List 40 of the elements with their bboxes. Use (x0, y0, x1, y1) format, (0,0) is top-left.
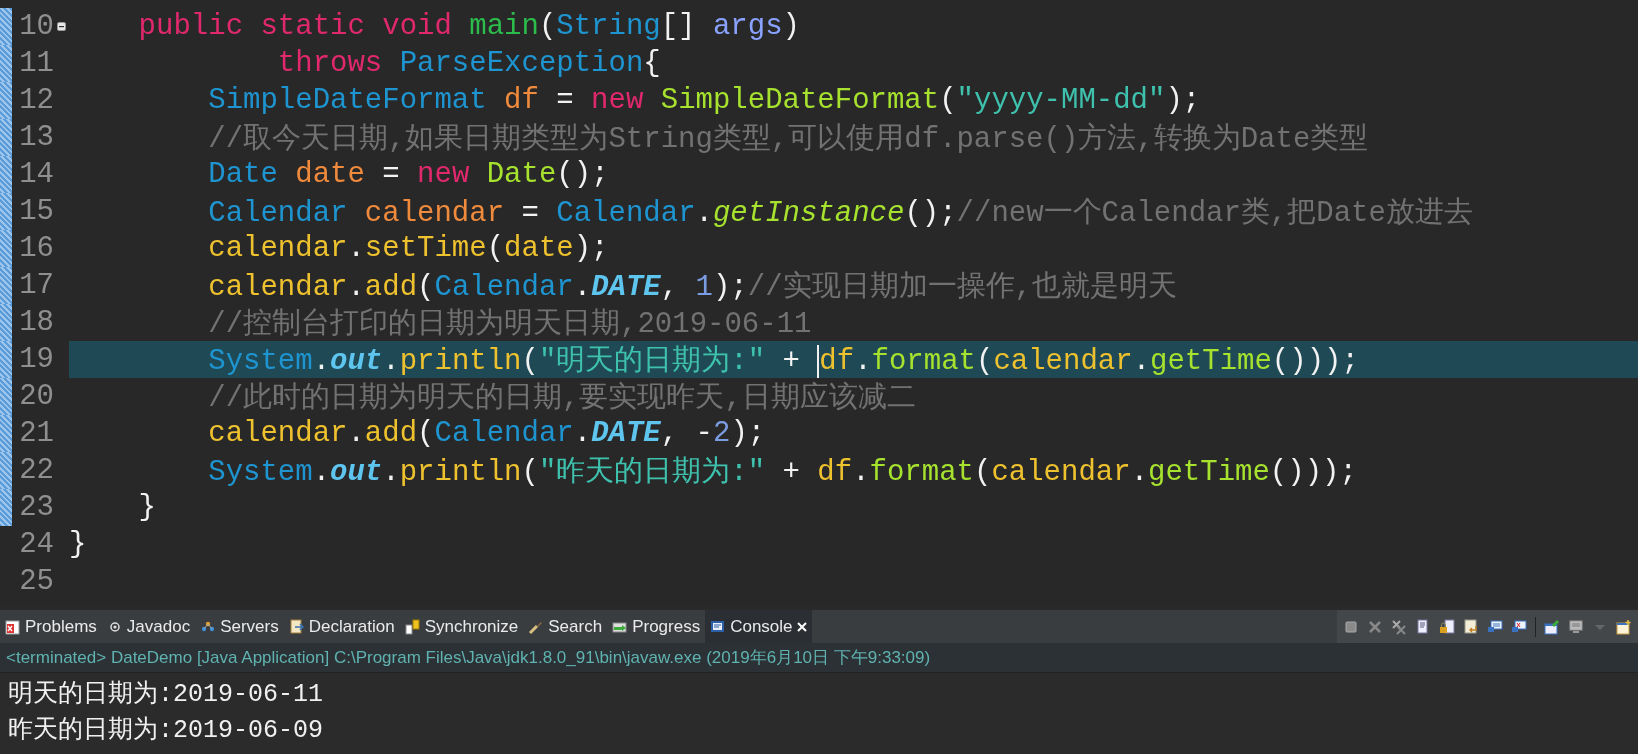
view-tab[interactable]: Search (523, 610, 608, 643)
collapse-icon[interactable] (57, 22, 66, 31)
stop-icon[interactable] (1343, 618, 1359, 635)
view-tab[interactable]: Declaration (283, 610, 400, 643)
view-tab[interactable]: Synchronize (399, 610, 524, 643)
code-comment: //取今天日期,如果日期类型为String类型,可以使用df.parse()方法,转换为Date类型 (207, 121, 1369, 158)
code-line: } (69, 528, 87, 561)
code-line: Date date = new Date(); (207, 158, 609, 191)
view-tab[interactable]: Servers (195, 610, 284, 643)
code-line: System.out.println("昨天的日期为:" + df.format(calendar.getTime())); (207, 454, 1357, 491)
code-comment: //此时的日期为明天的日期,要实现昨天,日期应该减二 (207, 380, 916, 417)
code-comment: //控制台打印的日期为明天日期,2019-06-11 (207, 306, 812, 343)
pin-icon[interactable] (1544, 618, 1560, 635)
console-header: <terminated> DateDemo [Java Application] C:\Program Files\Java\jdk1.8.0_91\bin\javaw.exe (2019年6月10日 下午9:33:09) (0, 643, 1638, 673)
code-line: throws ParseException{ (276, 47, 661, 80)
code-line: calendar.setTime(date); (207, 232, 609, 265)
document-icon[interactable] (1415, 618, 1431, 635)
view-tab[interactable]: Problems (0, 610, 102, 643)
close-icon[interactable] (796, 621, 807, 632)
console-output-line: 明天的日期为:2019-06-11 (8, 679, 324, 711)
view-tab[interactable]: Progress (607, 610, 706, 643)
code-line: calendar.add(Calendar.DATE, 1);//实现日期加一操作,也就是明天 (207, 269, 1177, 306)
view-tab[interactable]: Javadoc (101, 610, 196, 643)
monitor-icon (710, 618, 727, 635)
error-message-icon[interactable] (1511, 618, 1527, 635)
code-line: } (137, 491, 156, 524)
code-line: SimpleDateFormat df = new SimpleDateFormat("yyyy-MM-dd"); (207, 84, 1201, 117)
view-tab[interactable]: Console (705, 610, 812, 643)
double-close-icon[interactable] (1391, 618, 1407, 635)
error-list-icon (5, 618, 21, 635)
code-line: calendar.add(Calendar.DATE, -2); (207, 417, 766, 450)
code-line: public static void main(String[] args) (137, 10, 800, 43)
code-line: Calendar calendar = Calendar.getInstance();//new一个Calendar类,把Date放进去 (207, 195, 1473, 232)
code-line: System.out.println("明天的日期为:" + df.format(calendar.getTime())); (207, 343, 1359, 380)
message-icon[interactable] (1487, 618, 1503, 635)
monitor-icon[interactable] (1568, 618, 1584, 635)
new-window-icon[interactable] (1616, 618, 1632, 635)
lock-icon[interactable] (1439, 618, 1455, 635)
two-documents-icon (404, 618, 421, 635)
console-output-line: 昨天的日期为:2019-06-09 (8, 715, 324, 747)
